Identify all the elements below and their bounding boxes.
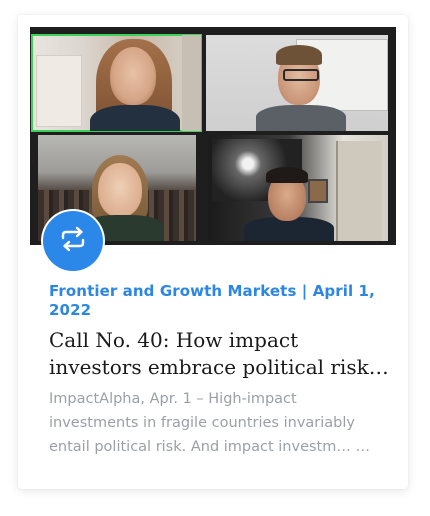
participant-tile xyxy=(206,35,388,131)
repost-button[interactable] xyxy=(43,211,103,271)
article-card: Frontier and Growth Markets | April 1, 20… xyxy=(18,15,408,489)
article-title[interactable]: Call No. 40: How impact investors embrace… xyxy=(49,327,394,381)
repost-icon xyxy=(58,226,88,256)
participant-tile xyxy=(31,34,202,132)
video-call-thumbnail[interactable] xyxy=(30,27,396,245)
article-excerpt: ImpactAlpha, Apr. 1 – High-impact investm… xyxy=(49,391,370,455)
participant-tile xyxy=(208,135,388,241)
category-date-link[interactable]: Frontier and Growth Markets | April 1, 20… xyxy=(49,282,389,320)
